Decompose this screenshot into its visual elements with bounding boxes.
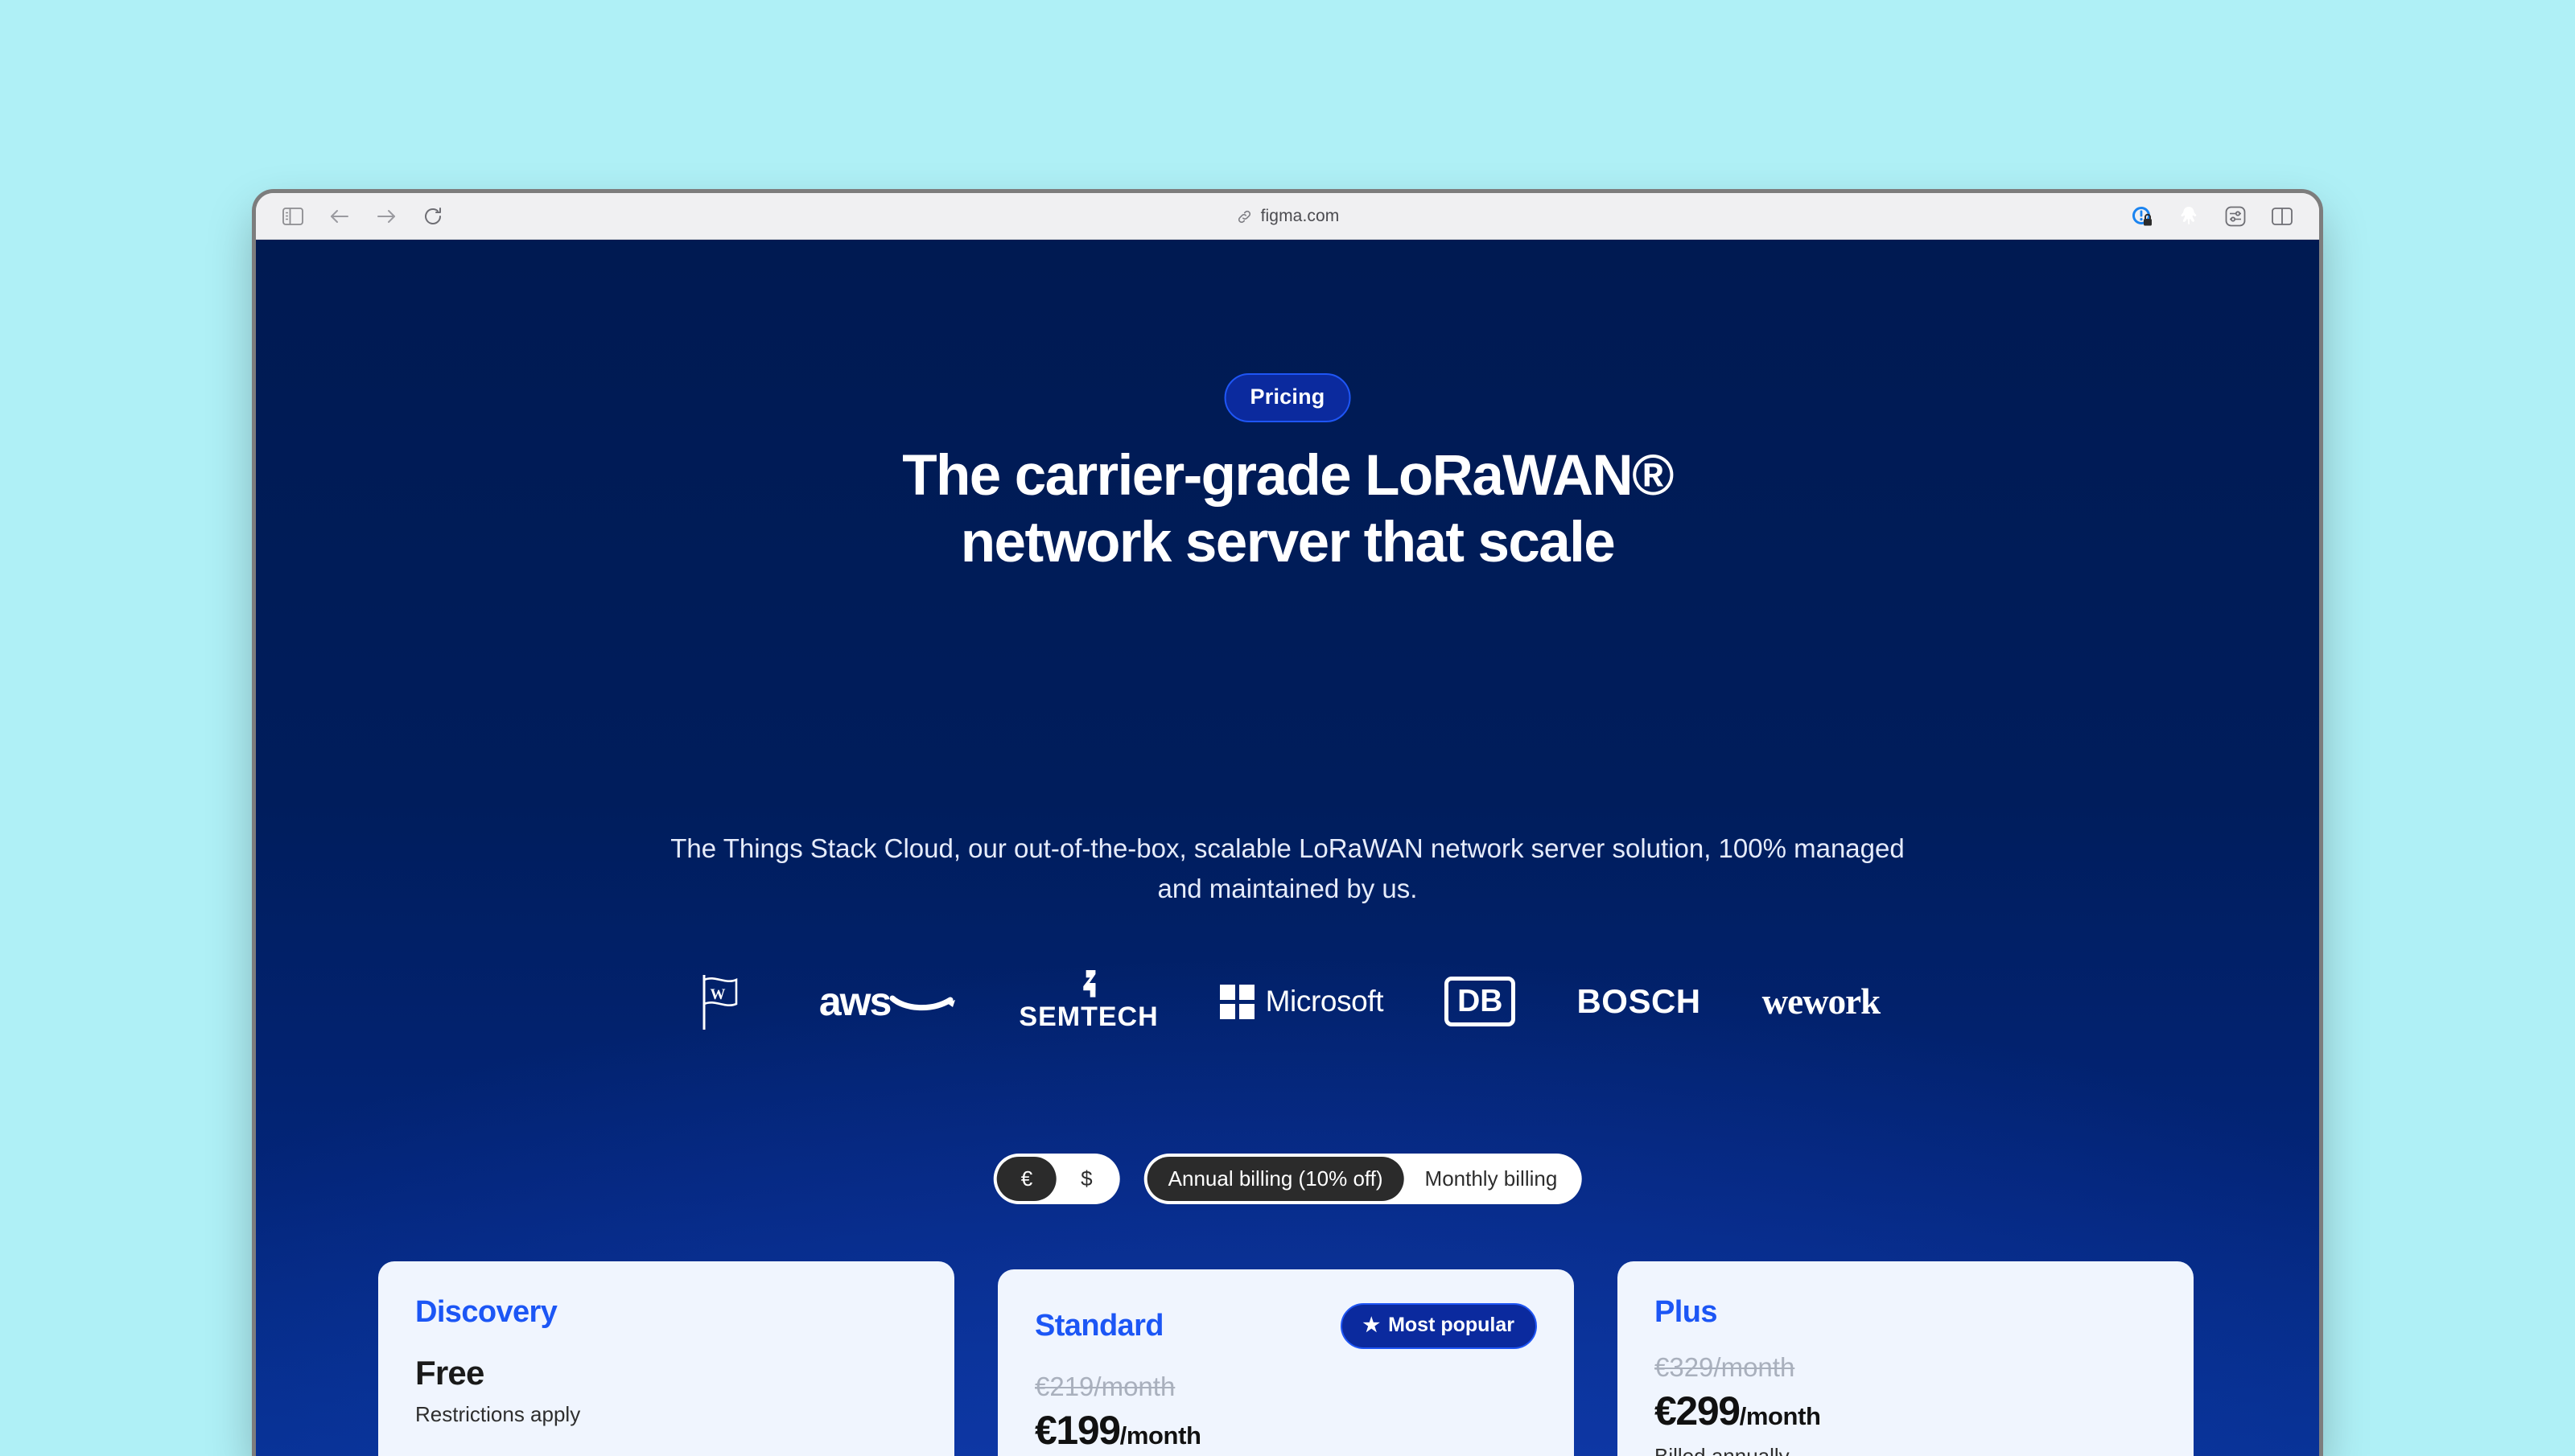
- figma-ghost-icon[interactable]: [2177, 205, 2200, 228]
- url-text: figma.com: [1260, 207, 1340, 225]
- plan-price-note: Billed annually: [1654, 1444, 1790, 1456]
- card-header: Discovery: [415, 1295, 917, 1330]
- address-bar[interactable]: figma.com: [256, 193, 2319, 240]
- pricing-card-discovery[interactable]: Discovery Free Restrictions apply Try be…: [378, 1261, 954, 1456]
- toolbar-left-group: [256, 205, 444, 228]
- card-header: Standard ★ Most popular: [1035, 1303, 1537, 1349]
- plan-price: €199/month: [1035, 1407, 1537, 1454]
- figma-page-canvas: Pricing The carrier-grade LoRaWAN® netwo…: [256, 240, 2319, 1456]
- plan-name: Standard: [1035, 1309, 1164, 1343]
- plan-name: Discovery: [415, 1295, 558, 1329]
- sidebar-toggle-icon[interactable]: [282, 205, 304, 228]
- plan-price-original: €329/month: [1654, 1352, 1795, 1382]
- plan-price: Free: [415, 1354, 484, 1392]
- toolbar-right-group: [2131, 193, 2293, 240]
- plan-price: €299/month: [1654, 1388, 2157, 1434]
- forward-icon[interactable]: [375, 205, 398, 228]
- plan-price-amount: €199: [1035, 1408, 1121, 1453]
- settings-sliders-icon[interactable]: [2224, 205, 2247, 228]
- reload-icon[interactable]: [422, 205, 444, 228]
- browser-toolbar: figma.com: [256, 193, 2319, 240]
- plan-name: Plus: [1654, 1295, 1717, 1329]
- star-icon: ★: [1362, 1314, 1381, 1336]
- pricing-card-standard[interactable]: Standard ★ Most popular €219/month €199/…: [998, 1269, 1574, 1456]
- status-badge-label: Most popular: [1388, 1314, 1514, 1336]
- split-view-icon[interactable]: [2271, 205, 2293, 228]
- link-icon: [1236, 208, 1253, 225]
- plan-price-note: Restrictions apply: [415, 1402, 581, 1426]
- browser-window: figma.com Pricing The carrier-grade LoRa…: [256, 193, 2319, 1456]
- status-badge: ★ Most popular: [1340, 1303, 1537, 1349]
- plan-price-original: €219/month: [1035, 1372, 1176, 1401]
- back-icon[interactable]: [328, 205, 351, 228]
- plan-price-period: /month: [1739, 1402, 1821, 1430]
- card-header: Plus: [1654, 1295, 2157, 1330]
- privacy-lock-icon[interactable]: [2131, 205, 2153, 228]
- plan-price-amount: €299: [1654, 1388, 1741, 1433]
- pricing-card-plus[interactable]: Plus €329/month €299/month Billed annual…: [1617, 1261, 2194, 1456]
- pricing-card-grid: Discovery Free Restrictions apply Try be…: [256, 240, 2319, 1456]
- plan-price-period: /month: [1119, 1421, 1201, 1450]
